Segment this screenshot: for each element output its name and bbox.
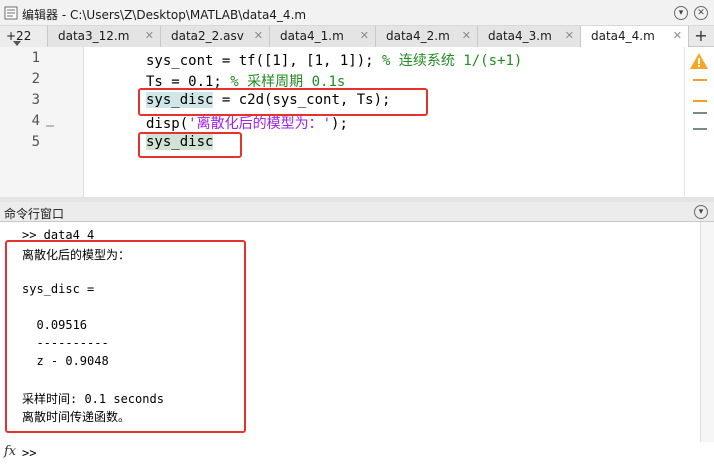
tab-data3_12[interactable]: data3_12.m ✕ [48, 26, 161, 47]
command-prompt[interactable]: >> [22, 446, 36, 460]
line-number-gutter: 1 2 3 4 5 [0, 47, 84, 197]
code-text: ); [331, 116, 348, 132]
line-number: 4 [31, 113, 40, 129]
code-text: sys_cont = tf([1], [1, 1]); [146, 53, 383, 69]
warning-icon[interactable] [689, 52, 709, 70]
command-window-scrollbar[interactable] [700, 222, 714, 442]
tab-label: data4_1.m [280, 29, 344, 43]
line-marker[interactable] [693, 112, 707, 114]
window-close-button[interactable]: ✕ [694, 6, 708, 20]
code-fold-marker [46, 125, 54, 127]
tab-data4_1[interactable]: data4_1.m ✕ [270, 26, 376, 47]
tab-close-icon[interactable]: ✕ [145, 29, 154, 42]
line-marker[interactable] [693, 128, 707, 130]
tab-bar: +22 data3_12.m ✕ data2_2.asv ✕ data4_1.m… [0, 26, 714, 48]
code-line-4: disp('离散化后的模型为：'); [146, 113, 348, 133]
annotation-box-output [5, 240, 246, 433]
tab-close-icon[interactable]: ✕ [462, 29, 471, 42]
chevron-down-icon [13, 41, 21, 46]
code-string: '离散化后的模型为：' [188, 116, 332, 132]
editor-icon [4, 6, 18, 20]
command-window-title: 命令行窗口 [4, 207, 65, 221]
fx-icon[interactable]: fx [4, 444, 16, 459]
line-number: 2 [31, 71, 40, 87]
tab-label: data4_4.m [591, 29, 655, 43]
tab-close-icon[interactable]: ✕ [673, 29, 682, 42]
code-text: disp( [146, 116, 189, 132]
warning-marker[interactable] [693, 100, 707, 102]
code-line-1: sys_cont = tf([1], [1, 1]); % 连续系统 1/(s+… [146, 50, 522, 70]
tab-close-icon[interactable]: ✕ [360, 29, 369, 42]
line-number: 3 [31, 92, 40, 108]
tab-label: data3_12.m [58, 29, 130, 43]
tab-overflow-button[interactable]: +22 [0, 26, 48, 47]
command-window-menu-button[interactable]: ▾ [694, 205, 708, 219]
annotation-box-line5 [138, 132, 242, 158]
annotation-box-line3 [138, 88, 428, 116]
window-menu-button[interactable]: ▾ [674, 6, 688, 20]
window-title: 编辑器 - C:\Users\Z\Desktop\MATLAB\data4_4.… [22, 8, 307, 22]
command-window-header: 命令行窗口 ▾ [0, 202, 714, 222]
tab-close-icon[interactable]: ✕ [565, 29, 574, 42]
title-bar: 编辑器 - C:\Users\Z\Desktop\MATLAB\data4_4.… [0, 0, 714, 26]
line-number: 1 [31, 50, 40, 66]
add-tab-button[interactable]: + [690, 27, 712, 47]
code-comment: % 连续系统 1/(s+1) [382, 53, 523, 69]
line-number: 5 [31, 134, 40, 150]
tab-label: data4_2.m [386, 29, 450, 43]
tab-label: data4_3.m [488, 29, 552, 43]
tab-label: data2_2.asv [171, 29, 244, 43]
tab-data4_3[interactable]: data4_3.m ✕ [478, 26, 581, 47]
code-editor[interactable]: 1 2 3 4 5 sys_cont = tf([1], [1, 1]); % … [0, 47, 714, 197]
tab-data4_4[interactable]: data4_4.m ✕ [581, 26, 689, 48]
tab-close-icon[interactable]: ✕ [254, 29, 263, 42]
message-bar [684, 47, 714, 197]
command-window[interactable]: >> data4_4 离散化后的模型为： sys_disc = 0.09516 … [0, 222, 714, 464]
tab-data4_2[interactable]: data4_2.m ✕ [376, 26, 478, 47]
tab-data2_2[interactable]: data2_2.asv ✕ [161, 26, 270, 47]
warning-marker[interactable] [693, 79, 707, 81]
